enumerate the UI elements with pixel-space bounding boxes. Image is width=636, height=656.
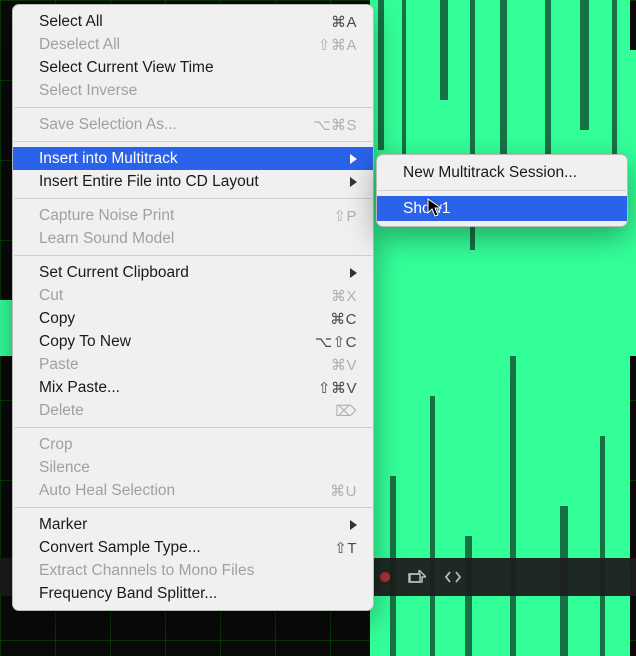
- menu-item-cut: Cut⌘X: [13, 284, 373, 307]
- menu-item-label: Set Current Clipboard: [39, 264, 342, 282]
- menu-item-label: Capture Noise Print: [39, 207, 305, 225]
- menu-item-shortcut: ⌦: [305, 402, 357, 420]
- menu-item-marker[interactable]: Marker: [13, 513, 373, 536]
- menu-item-label: Convert Sample Type...: [39, 539, 305, 557]
- menu-item-select-all[interactable]: Select All⌘A: [13, 10, 373, 33]
- insert-multitrack-submenu[interactable]: New Multitrack Session... Show1: [376, 154, 628, 227]
- menu-item-select-inverse: Select Inverse: [13, 79, 373, 102]
- submenu-arrow-icon: [350, 177, 357, 187]
- menu-item-set-current-clipboard[interactable]: Set Current Clipboard: [13, 261, 373, 284]
- submenu-item-label: Show1: [403, 200, 611, 218]
- menu-item-shortcut: ⌘A: [305, 13, 357, 31]
- menu-separator: [378, 190, 626, 191]
- menu-item-save-selection-as: Save Selection As...⌥⌘S: [13, 113, 373, 136]
- menu-item-label: Insert Entire File into CD Layout: [39, 173, 342, 191]
- menu-item-mix-paste[interactable]: Mix Paste...⇧⌘V: [13, 376, 373, 399]
- menu-item-copy[interactable]: Copy⌘C: [13, 307, 373, 330]
- menu-item-label: Marker: [39, 516, 342, 534]
- menu-item-label: Auto Heal Selection: [39, 482, 305, 500]
- menu-item-label: Crop: [39, 436, 357, 454]
- menu-item-label: Select Current View Time: [39, 59, 357, 77]
- menu-separator: [14, 255, 372, 256]
- record-indicator-icon[interactable]: [380, 572, 390, 582]
- menu-item-label: Paste: [39, 356, 305, 374]
- menu-item-label: Copy To New: [39, 333, 305, 351]
- menu-item-label: Deselect All: [39, 36, 305, 54]
- menu-item-label: Learn Sound Model: [39, 230, 357, 248]
- menu-item-deselect-all: Deselect All⇧⌘A: [13, 33, 373, 56]
- share-icon[interactable]: [408, 570, 426, 584]
- submenu-item-new-multitrack-session[interactable]: New Multitrack Session...: [377, 160, 627, 185]
- menu-separator: [14, 198, 372, 199]
- submenu-arrow-icon: [350, 268, 357, 278]
- menu-item-label: Save Selection As...: [39, 116, 305, 134]
- menu-item-extract-channels-to-mono-files: Extract Channels to Mono Files: [13, 559, 373, 582]
- menu-separator: [14, 141, 372, 142]
- menu-item-shortcut: ⌘U: [305, 482, 357, 500]
- menu-item-label: Insert into Multitrack: [39, 150, 342, 168]
- menu-item-insert-entire-file-into-cd-layout[interactable]: Insert Entire File into CD Layout: [13, 170, 373, 193]
- menu-item-label: Select All: [39, 13, 305, 31]
- menu-item-label: Extract Channels to Mono Files: [39, 562, 357, 580]
- menu-item-paste: Paste⌘V: [13, 353, 373, 376]
- submenu-arrow-icon: [350, 520, 357, 530]
- menu-item-shortcut: ⇧⌘A: [305, 36, 357, 54]
- menu-item-insert-into-multitrack[interactable]: Insert into Multitrack: [13, 147, 373, 170]
- menu-separator: [14, 427, 372, 428]
- menu-item-label: Silence: [39, 459, 357, 477]
- menu-item-delete: Delete⌦: [13, 399, 373, 422]
- menu-item-learn-sound-model: Learn Sound Model: [13, 227, 373, 250]
- menu-item-crop: Crop: [13, 433, 373, 456]
- menu-separator: [14, 107, 372, 108]
- submenu-item-show1[interactable]: Show1: [377, 196, 627, 221]
- menu-item-label: Select Inverse: [39, 82, 357, 100]
- menu-item-shortcut: ⇧⌘V: [305, 379, 357, 397]
- menu-item-copy-to-new[interactable]: Copy To New⌥⇧C: [13, 330, 373, 353]
- submenu-arrow-icon: [350, 154, 357, 164]
- menu-item-shortcut: ⌘V: [305, 356, 357, 374]
- menu-item-label: Delete: [39, 402, 305, 420]
- menu-item-shortcut: ⌘C: [305, 310, 357, 328]
- menu-item-frequency-band-splitter[interactable]: Frequency Band Splitter...: [13, 582, 373, 605]
- menu-item-convert-sample-type[interactable]: Convert Sample Type...⇧T: [13, 536, 373, 559]
- menu-item-shortcut: ⌥⇧C: [305, 333, 357, 351]
- menu-separator: [14, 507, 372, 508]
- code-icon[interactable]: [444, 570, 462, 584]
- menu-item-label: Copy: [39, 310, 305, 328]
- menu-item-shortcut: ⇧P: [305, 207, 357, 225]
- menu-item-shortcut: ⌥⌘S: [305, 116, 357, 134]
- menu-item-silence: Silence: [13, 456, 373, 479]
- menu-item-label: Mix Paste...: [39, 379, 305, 397]
- menu-item-capture-noise-print: Capture Noise Print⇧P: [13, 204, 373, 227]
- menu-item-label: Cut: [39, 287, 305, 305]
- menu-item-label: Frequency Band Splitter...: [39, 585, 357, 603]
- menu-item-select-current-view-time[interactable]: Select Current View Time: [13, 56, 373, 79]
- context-menu[interactable]: Select All⌘ADeselect All⇧⌘ASelect Curren…: [12, 4, 374, 611]
- submenu-item-label: New Multitrack Session...: [403, 164, 611, 182]
- menu-item-shortcut: ⌘X: [305, 287, 357, 305]
- menu-item-shortcut: ⇧T: [305, 539, 357, 557]
- menu-item-auto-heal-selection: Auto Heal Selection⌘U: [13, 479, 373, 502]
